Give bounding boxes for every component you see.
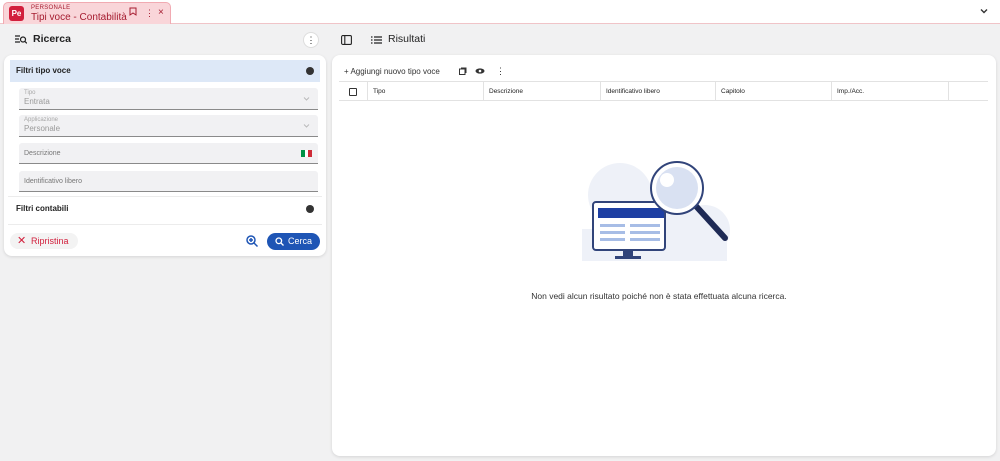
- eye-icon[interactable]: [475, 68, 485, 74]
- column-header[interactable]: Tipo: [367, 82, 482, 101]
- empty-results-illustration: [582, 161, 730, 261]
- select-all-checkbox[interactable]: [349, 88, 357, 96]
- italian-flag-icon[interactable]: [301, 150, 313, 157]
- column-header[interactable]: Descrizione: [483, 82, 600, 101]
- column-header[interactable]: Capitolo: [715, 82, 831, 101]
- column-header-empty: [948, 82, 988, 101]
- search-label: Cerca: [288, 236, 313, 246]
- chevron-down-icon: [303, 124, 310, 128]
- toolbar-more-icon[interactable]: ⋮: [496, 66, 505, 77]
- close-icon[interactable]: ×: [158, 7, 164, 19]
- divider: [8, 196, 322, 197]
- chevron-down-icon: [303, 97, 310, 101]
- collapse-icon[interactable]: [306, 205, 314, 213]
- filter-section-header[interactable]: Filtri tipo voce: [10, 60, 320, 82]
- app-logo: Pe: [9, 6, 24, 21]
- accounting-section-title: Filtri contabili: [16, 204, 69, 213]
- chevron-down-icon[interactable]: [978, 5, 990, 17]
- accounting-section-header[interactable]: Filtri contabili: [10, 198, 320, 220]
- descrizione-placeholder: Descrizione: [24, 150, 61, 157]
- descrizione-field[interactable]: Descrizione: [19, 143, 318, 164]
- add-record-button[interactable]: + Aggiungi nuovo tipo voce: [344, 67, 440, 76]
- results-panel-title: Risultati: [388, 33, 426, 45]
- search-panel-header: Ricerca ⋮: [4, 28, 326, 52]
- applicazione-value: Personale: [24, 124, 61, 133]
- app-tab[interactable]: Pe PERSONALE Tipi voce - Contabilità ⋮ ×: [3, 2, 171, 24]
- copy-icon[interactable]: [459, 67, 467, 75]
- search-list-icon: [15, 35, 27, 44]
- tipo-label: Tipo: [24, 90, 36, 96]
- reset-button[interactable]: ✕ Ripristina: [10, 233, 78, 249]
- search-panel: Filtri tipo voce Tipo Entrata Applicazio…: [4, 55, 326, 256]
- results-grid-header: Tipo Descrizione Identificativo libero C…: [339, 81, 988, 101]
- search-button[interactable]: Cerca: [267, 233, 320, 250]
- column-header[interactable]: Identificativo libero: [600, 82, 715, 101]
- reset-label: Ripristina: [31, 236, 69, 246]
- applicazione-select[interactable]: Applicazione Personale: [19, 115, 318, 137]
- app-module-label: PERSONALE: [31, 5, 71, 11]
- zoom-in-icon[interactable]: [245, 234, 259, 248]
- more-icon[interactable]: ⋮: [145, 7, 154, 19]
- list-icon: [371, 36, 382, 44]
- applicazione-label: Applicazione: [24, 117, 59, 123]
- filter-section-title: Filtri tipo voce: [16, 66, 71, 75]
- identificativo-placeholder: Identificativo libero: [24, 178, 82, 185]
- sidebar-toggle-icon[interactable]: [341, 35, 352, 45]
- tipo-select[interactable]: Tipo Entrata: [19, 88, 318, 110]
- app-tab-title: Tipi voce - Contabilità: [31, 12, 127, 23]
- close-icon: ✕: [17, 235, 27, 247]
- bookmark-icon[interactable]: [129, 7, 137, 19]
- top-tab-bar: Pe PERSONALE Tipi voce - Contabilità ⋮ ×: [0, 0, 1000, 24]
- collapse-icon[interactable]: [306, 67, 314, 75]
- add-record-label: Aggiungi nuovo tipo voce: [350, 67, 440, 76]
- search-icon: [275, 237, 284, 246]
- search-panel-title: Ricerca: [33, 33, 71, 45]
- empty-results-message: Non vedi alcun risultato poiché non è st…: [531, 291, 787, 301]
- divider: [8, 224, 322, 225]
- identificativo-field[interactable]: Identificativo libero: [19, 171, 318, 192]
- results-panel-header: Risultati: [332, 28, 996, 52]
- column-header[interactable]: Imp./Acc.: [831, 82, 948, 101]
- tipo-value: Entrata: [24, 97, 50, 106]
- search-panel-more-icon[interactable]: ⋮: [303, 32, 319, 48]
